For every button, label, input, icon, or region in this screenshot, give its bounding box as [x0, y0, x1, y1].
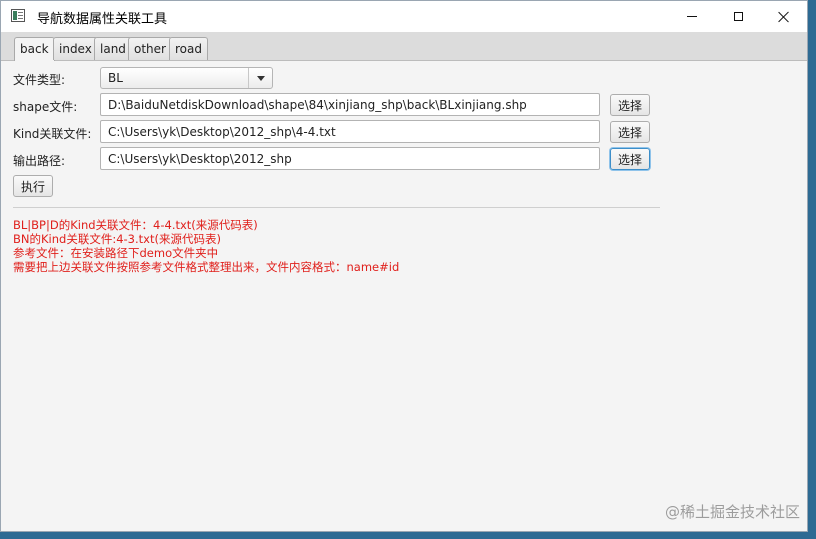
- app-icon: [11, 9, 25, 22]
- execute-button[interactable]: 执行: [13, 175, 53, 197]
- notes-panel: BL|BP|D的Kind关联文件：4-4.txt(来源代码表) BN的Kind关…: [13, 218, 399, 274]
- tab-bar: back index land other road: [1, 32, 807, 61]
- file-type-select[interactable]: BL: [100, 67, 273, 89]
- note-line: BL|BP|D的Kind关联文件：4-4.txt(来源代码表): [13, 218, 258, 232]
- tab-other[interactable]: other: [128, 37, 172, 60]
- shape-file-label: shape文件:: [13, 100, 78, 114]
- minimize-icon: [687, 16, 697, 17]
- output-path-label: 输出路径:: [13, 154, 66, 168]
- close-button[interactable]: [761, 1, 807, 32]
- watermark: @稀土掘金技术社区: [664, 503, 800, 521]
- window-title: 导航数据属性关联工具: [37, 12, 168, 27]
- minimize-button[interactable]: [669, 1, 715, 32]
- kind-file-input[interactable]: C:\Users\yk\Desktop\2012_shp\4-4.txt: [100, 120, 600, 143]
- shape-file-input[interactable]: D:\BaiduNetdiskDownload\shape\84\xinjian…: [100, 93, 600, 116]
- output-path-input[interactable]: C:\Users\yk\Desktop\2012_shp: [100, 147, 600, 170]
- app-window: 导航数据属性关联工具 back index land other road 文件…: [0, 0, 808, 532]
- kind-file-label: Kind关联文件:: [13, 127, 92, 141]
- maximize-button[interactable]: [715, 1, 761, 32]
- output-path-choose-button[interactable]: 选择: [610, 148, 650, 170]
- tab-road[interactable]: road: [169, 37, 208, 60]
- maximize-icon: [733, 12, 743, 21]
- note-line: 参考文件：在安装路径下demo文件夹中: [13, 246, 219, 260]
- note-line: BN的Kind关联文件:4-3.txt(来源代码表): [13, 232, 221, 246]
- kind-file-choose-button[interactable]: 选择: [610, 121, 650, 143]
- shape-file-choose-button[interactable]: 选择: [610, 94, 650, 116]
- note-line: 需要把上边关联文件按照参考文件格式整理出来，文件内容格式：name#id: [13, 260, 400, 274]
- file-type-label: 文件类型:: [13, 73, 66, 87]
- tab-index[interactable]: index: [53, 37, 98, 60]
- tab-land[interactable]: land: [94, 37, 132, 60]
- separator: [13, 207, 660, 208]
- tab-back[interactable]: back: [14, 37, 55, 61]
- chevron-down-icon[interactable]: [248, 68, 272, 88]
- close-icon: [778, 11, 790, 23]
- file-type-value: BL: [108, 71, 123, 85]
- title-bar[interactable]: 导航数据属性关联工具: [1, 1, 807, 32]
